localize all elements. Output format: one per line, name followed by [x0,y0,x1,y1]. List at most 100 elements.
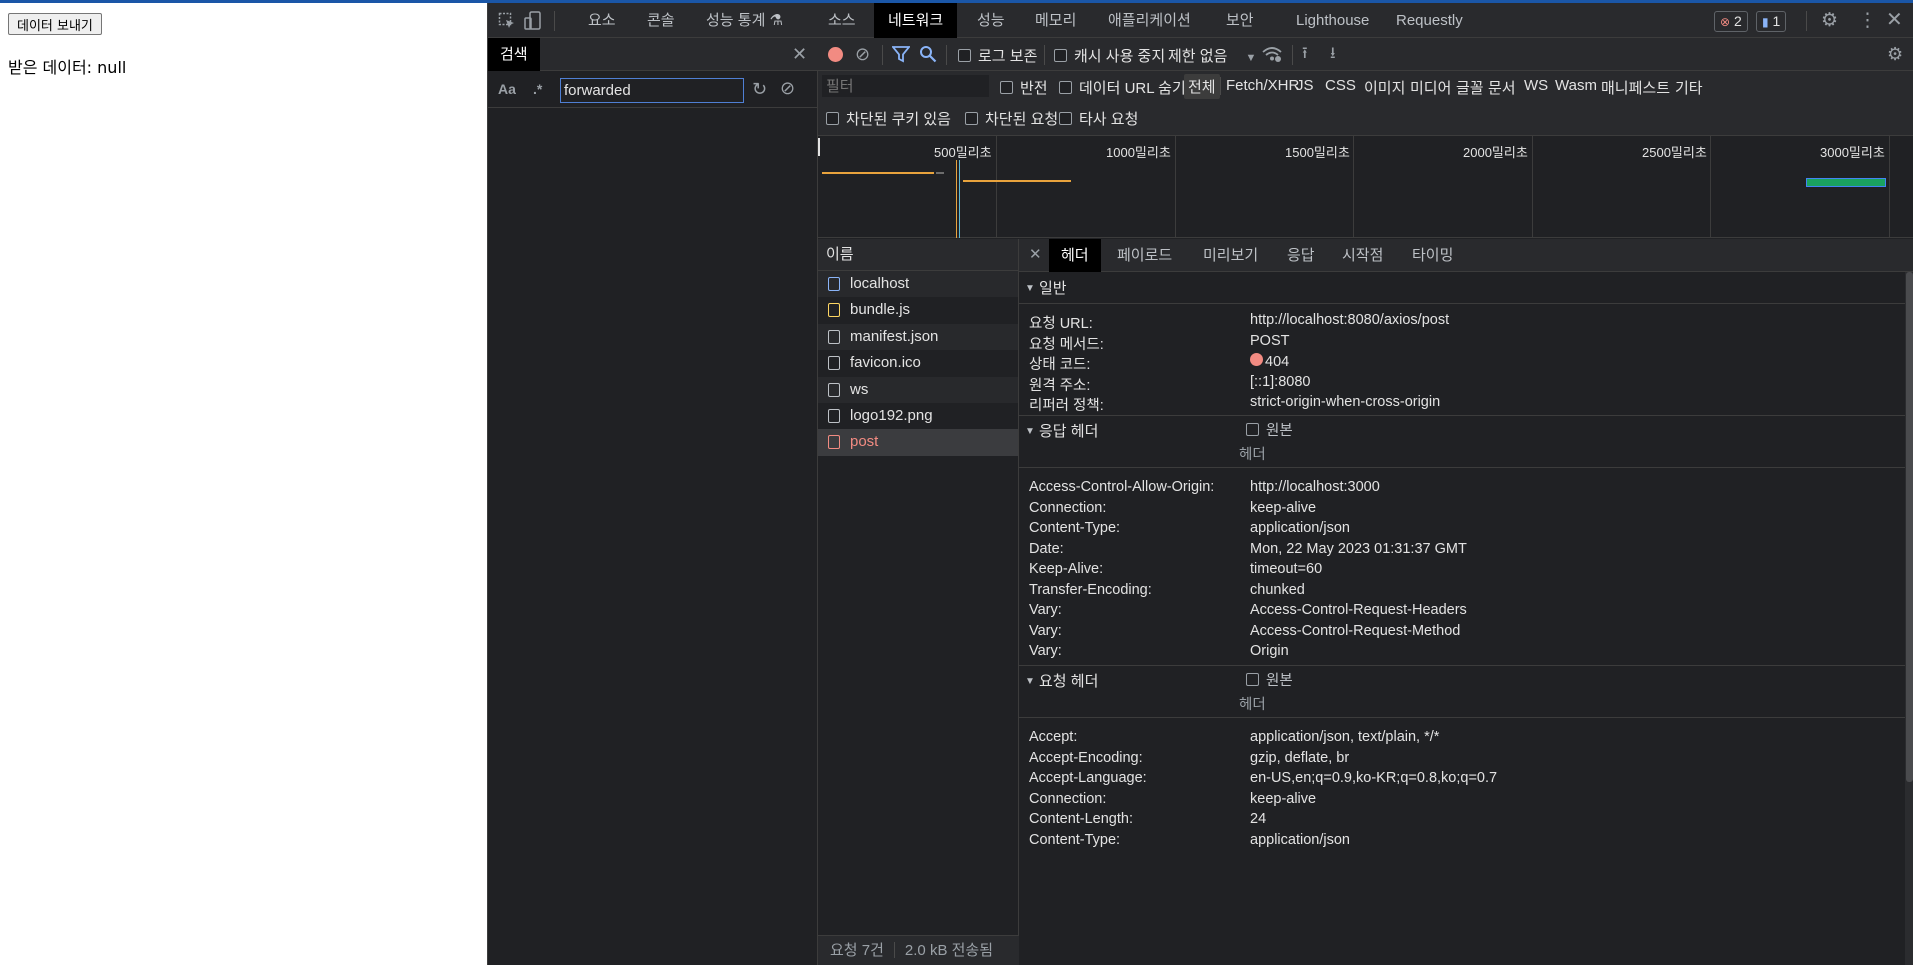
search-input[interactable] [560,78,744,103]
checkbox[interactable] [1000,81,1013,94]
request-row[interactable]: ws [818,376,1018,403]
raw-label: 원본 [1266,423,1293,439]
disable-cache-checkbox[interactable]: 캐시 사용 중지 [1054,45,1165,66]
close-devtools-icon[interactable]: ✕ [1886,10,1903,30]
tab-sources[interactable]: 소스 [828,3,856,38]
request-row[interactable]: localhost [818,271,1018,298]
separator [946,45,947,65]
network-settings-icon[interactable]: ⚙ [1887,45,1903,63]
settings-gear-icon[interactable]: ⚙ [1821,11,1838,30]
export-har-icon[interactable]: ⭳ [1330,46,1336,62]
response-headers-section-header[interactable]: ▼ 응답 헤더 원본 헤더 [1019,415,1913,468]
clear-log-icon[interactable]: ⊘ [855,45,870,63]
header-key: 요청 메서드: [1029,337,1104,353]
type-filter-js[interactable]: JS [1296,77,1314,94]
tab-payload[interactable]: 페이로드 [1117,239,1172,272]
timeline-handle[interactable] [818,138,820,156]
send-data-button[interactable]: 데이터 보내기 [8,13,102,35]
raw-label: 원본 [1266,673,1293,689]
timeline-gridline [1710,136,1711,238]
type-filter-media[interactable]: 미디어 [1410,77,1451,98]
tab-headers[interactable]: 헤더 [1049,239,1101,272]
filter-icon[interactable] [891,45,911,66]
chevron-down-icon: ▼ [1245,52,1257,64]
error-badge[interactable]: ⊗ 2 [1714,11,1748,32]
search-tab[interactable]: 검색 [488,38,540,71]
type-filter-doc[interactable]: 문서 [1488,77,1516,98]
preserve-log-checkbox[interactable]: 로그 보존 [958,45,1037,66]
tab-network[interactable]: 네트워크 [874,3,958,38]
request-row[interactable]: logo192.png [818,403,1018,429]
file-icon [828,408,840,423]
type-filter-wasm[interactable]: Wasm [1555,77,1597,94]
type-filter-font[interactable]: 글꼴 [1456,77,1484,98]
third-party-checkbox[interactable]: 타사 요청 [1059,108,1138,129]
tab-requestly[interactable]: Requestly [1396,3,1463,38]
general-section-header[interactable]: ▼ 일반 [1019,273,1913,304]
message-badge[interactable]: ▮ 1 [1756,11,1787,32]
hide-data-urls-checkbox[interactable]: 데이터 URL 숨기기 [1059,77,1200,98]
request-row[interactable]: bundle.js [818,297,1018,323]
request-row[interactable]: favicon.ico [818,350,1018,376]
tab-memory[interactable]: 메모리 [1035,3,1076,38]
header-value: chunked [1250,582,1305,598]
tab-timing[interactable]: 타이밍 [1412,239,1453,272]
tab-response[interactable]: 응답 [1287,239,1315,272]
checkbox[interactable] [826,112,839,125]
record-icon[interactable] [828,47,843,62]
name-column-header[interactable]: 이름 [818,239,1018,271]
refresh-icon[interactable]: ↻ [752,80,767,98]
import-har-icon[interactable]: ⭱ [1302,46,1308,62]
regex-icon[interactable]: .* [533,82,542,96]
tab-security[interactable]: 보안 [1226,3,1254,38]
filter-input[interactable] [822,75,989,97]
header-value: http://localhost:8080/axios/post [1250,312,1450,328]
checkbox[interactable] [1246,423,1259,436]
timeline-overview[interactable]: 500밀리초 1000밀리초 1500밀리초 2000밀리초 2500밀리초 3… [818,136,1913,238]
type-filter-all[interactable]: 전체 [1184,74,1220,99]
inspect-element-icon[interactable] [498,12,516,33]
type-filter-fetch-xhr[interactable]: Fetch/XHR [1226,77,1299,94]
network-conditions-icon[interactable] [1262,45,1282,66]
checkbox[interactable] [1059,81,1072,94]
request-headers-section-header[interactable]: ▼ 요청 헤더 원본 헤더 [1019,665,1913,718]
scrollbar-thumb[interactable] [1906,272,1913,782]
checkbox[interactable] [1059,112,1072,125]
details-scrollbar[interactable] [1905,272,1913,965]
invert-checkbox[interactable]: 반전 [1000,77,1048,98]
tab-preview[interactable]: 미리보기 [1203,239,1258,272]
headers-subtitle: 헤더 [1239,447,1266,463]
close-details-icon[interactable]: ✕ [1029,247,1042,262]
request-row[interactable]: manifest.json [818,323,1018,351]
tab-initiator[interactable]: 시작점 [1342,239,1383,272]
search-icon[interactable] [919,45,937,66]
tab-lighthouse-insights[interactable]: 성능 통계 ⚗ [706,3,783,38]
document-icon [828,277,840,291]
blocked-requests-checkbox[interactable]: 차단된 요청 [965,108,1058,129]
type-filter-image[interactable]: 이미지 [1364,77,1405,98]
tab-elements[interactable]: 요소 [588,3,616,38]
clear-icon[interactable]: ⊘ [780,79,795,97]
type-filter-manifest[interactable]: 매니페스트 [1601,77,1670,98]
type-filter-ws[interactable]: WS [1524,77,1548,94]
close-search-icon[interactable]: ✕ [792,45,807,63]
tab-console[interactable]: 콘솔 [647,3,675,38]
more-options-icon[interactable]: ⋮ [1858,11,1877,30]
request-row-selected[interactable]: post [818,429,1018,456]
checkbox[interactable] [1246,673,1259,686]
tab-performance[interactable]: 성능 [977,3,1005,38]
hide-data-urls-label: 데이터 URL 숨기기 [1079,80,1200,97]
blocked-cookies-checkbox[interactable]: 차단된 쿠키 있음 [826,108,951,129]
checkbox[interactable] [958,49,971,62]
header-value: en-US,en;q=0.9,ko-KR;q=0.8,ko;q=0.7 [1250,770,1498,786]
details-tabbar: ✕ 헤더 페이로드 미리보기 응답 시작점 타이밍 [1019,239,1913,272]
match-case-icon[interactable]: Aa [498,82,516,96]
tab-application[interactable]: 애플리케이션 [1108,3,1191,38]
type-filter-css[interactable]: CSS [1325,77,1356,94]
type-filter-other[interactable]: 기타 [1675,77,1703,98]
device-toolbar-icon[interactable] [524,11,542,34]
throttle-select[interactable]: 제한 없음 ▼ [1168,45,1256,66]
checkbox[interactable] [1054,49,1067,62]
tab-lighthouse[interactable]: Lighthouse [1296,3,1369,38]
checkbox[interactable] [965,112,978,125]
